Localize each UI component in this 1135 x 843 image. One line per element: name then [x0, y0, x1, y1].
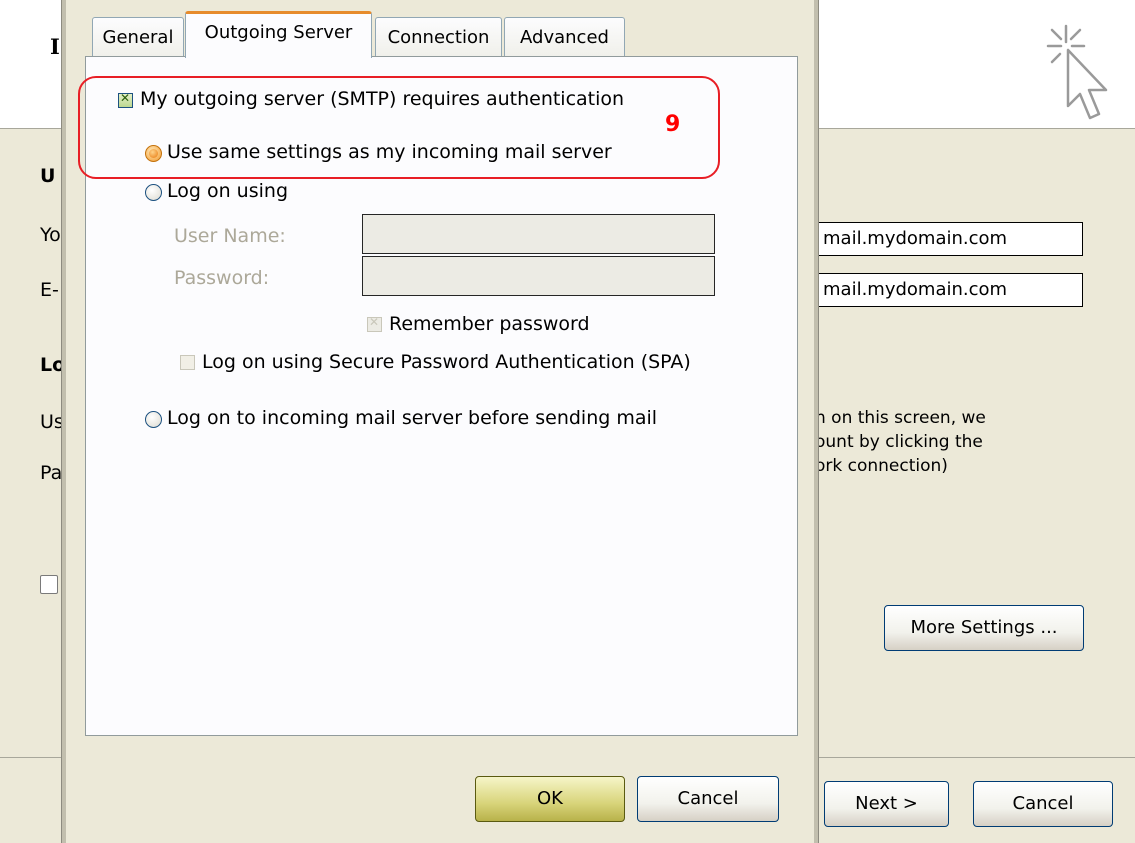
bg-label-password: Pa — [40, 462, 63, 484]
password-input[interactable] — [362, 256, 715, 296]
bg-info-text: n on this screen, we ount by clicking th… — [815, 406, 986, 478]
use-same-settings-label[interactable]: Use same settings as my incoming mail se… — [167, 141, 612, 163]
outgoing-server-field[interactable]: mail.mydomain.com — [818, 273, 1083, 307]
ok-button[interactable]: OK — [475, 776, 625, 822]
smtp-auth-checkbox[interactable] — [118, 91, 133, 108]
bg-checkbox[interactable] — [40, 575, 58, 594]
tab-general[interactable]: General — [92, 17, 184, 57]
bg-info-line-3: ork connection) — [815, 456, 948, 476]
step-number-label: 9 — [665, 112, 681, 137]
bg-info-line-1: n on this screen, we — [815, 408, 986, 428]
spa-label[interactable]: Log on using Secure Password Authenticat… — [202, 351, 691, 373]
bg-label-user-name: Us — [40, 411, 64, 433]
bg-label-email: E- — [40, 279, 59, 301]
user-name-label: User Name: — [174, 225, 286, 247]
spa-checkbox[interactable] — [180, 355, 195, 370]
bg-info-line-2: ount by clicking the — [815, 432, 983, 452]
bg-section-heading-user: U — [40, 165, 56, 187]
incoming-server-field[interactable]: mail.mydomain.com — [818, 222, 1083, 256]
next-button[interactable]: Next > — [824, 781, 949, 827]
remember-password-label[interactable]: Remember password — [389, 313, 590, 335]
tab-advanced[interactable]: Advanced — [504, 17, 625, 57]
user-name-input[interactable] — [362, 214, 715, 254]
dialog-cancel-button[interactable]: Cancel — [637, 776, 779, 822]
log-on-incoming-radio[interactable] — [145, 411, 162, 428]
bg-label-your-name: Yo — [40, 224, 61, 246]
wizard-cancel-button[interactable]: Cancel — [973, 781, 1113, 827]
cursor-click-icon — [1046, 24, 1108, 120]
tab-outgoing-server[interactable]: Outgoing Server — [185, 11, 372, 58]
use-same-settings-radio[interactable] — [145, 145, 162, 162]
remember-password-checkbox[interactable] — [367, 315, 382, 332]
smtp-auth-label[interactable]: My outgoing server (SMTP) requires authe… — [140, 88, 624, 110]
log-on-using-radio[interactable] — [145, 184, 162, 201]
log-on-incoming-label[interactable]: Log on to incoming mail server before se… — [167, 407, 657, 429]
password-label: Password: — [174, 267, 270, 289]
wizard-header-title: I — [50, 34, 60, 59]
tab-connection[interactable]: Connection — [375, 17, 502, 57]
log-on-using-label[interactable]: Log on using — [167, 180, 288, 202]
more-settings-button[interactable]: More Settings ... — [884, 605, 1084, 651]
